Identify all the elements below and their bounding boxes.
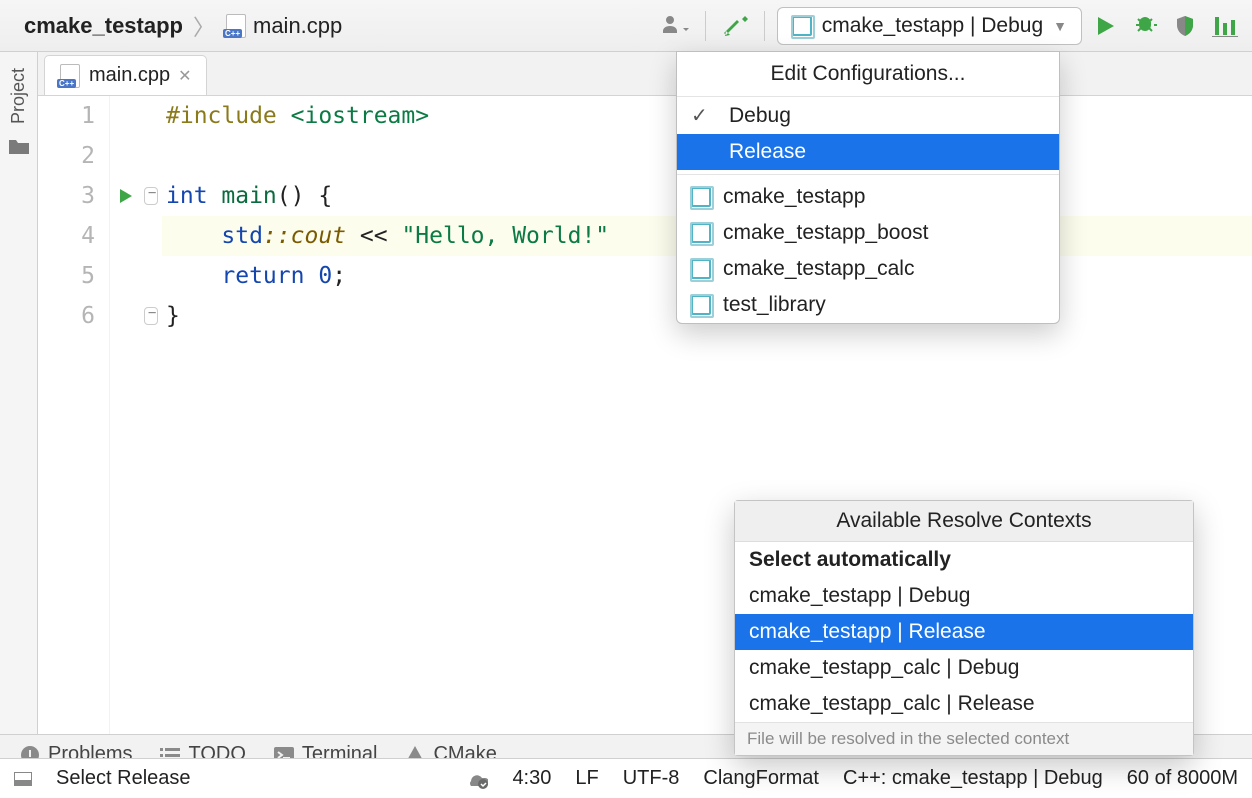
folder-icon [8,138,30,159]
panel-toggle-icon[interactable] [14,772,32,786]
resolve-context-popup: Available Resolve Contexts Select automa… [734,500,1194,756]
breadcrumb-project[interactable]: cmake_testapp [18,11,189,41]
build-button[interactable] [718,9,752,43]
run-config-label: cmake_testapp | Debug [822,14,1043,38]
run-gutter [110,96,140,746]
target-test-library[interactable]: test_library [677,287,1059,323]
project-tool-button[interactable]: Project [8,62,29,130]
cpp-file-icon [225,15,247,37]
target-cmake-testapp-boost[interactable]: cmake_testapp_boost [677,215,1059,251]
profile-button[interactable] [1208,9,1242,43]
checkmark-icon: ✓ [691,103,717,128]
resolve-item[interactable]: cmake_testapp_calc | Debug [735,650,1193,686]
resolve-context-status[interactable]: C++: cmake_testapp | Debug [843,767,1103,790]
application-icon [691,187,711,207]
breadcrumb-file-label: main.cpp [253,13,342,39]
application-icon [691,295,711,315]
profile-label: Release [729,140,806,164]
tab-main-cpp[interactable]: main.cpp ✕ [44,55,207,95]
status-message: Select Release [56,767,191,790]
encoding[interactable]: UTF-8 [623,767,680,790]
fold-handle-icon[interactable] [144,307,158,325]
project-tool-strip: Project [0,52,38,746]
profile-debug-item[interactable]: ✓ Debug [677,97,1059,134]
target-cmake-testapp[interactable]: cmake_testapp [677,179,1059,215]
application-icon [691,223,711,243]
run-line-button[interactable] [110,176,140,216]
chevron-right-icon: 〉 [193,10,215,42]
coverage-button[interactable] [1168,9,1202,43]
close-icon[interactable]: ✕ [178,66,191,86]
resolve-item-selected[interactable]: cmake_testapp | Release [735,614,1193,650]
dropdown-separator [677,174,1059,175]
caret-position[interactable]: 4:30 [512,767,551,790]
resolve-item[interactable]: cmake_testapp | Debug [735,578,1193,614]
memory-indicator[interactable]: 60 of 8000M [1127,767,1238,790]
line-gutter: 1 2 3 4 5 6 [38,96,110,746]
application-icon [792,16,812,36]
fold-handle-icon[interactable] [144,187,158,205]
breadcrumb-file[interactable]: main.cpp [219,11,348,41]
chevron-down-icon: ▼ [1053,18,1067,34]
profile-release-item[interactable]: Release [677,134,1059,170]
fold-gutter [140,96,162,746]
cpp-file-icon [59,65,81,87]
collaborators-button[interactable] [659,9,693,43]
run-config-selector[interactable]: cmake_testapp | Debug ▼ [777,7,1082,45]
resolve-item[interactable]: cmake_testapp_calc | Release [735,686,1193,722]
application-icon [691,259,711,279]
resolve-footer: File will be resolved in the selected co… [735,722,1193,755]
sync-status-button[interactable] [464,769,488,789]
debug-button[interactable] [1128,9,1162,43]
edit-configurations-item[interactable]: Edit Configurations... [677,52,1059,97]
run-config-dropdown: Edit Configurations... ✓ Debug Release c… [676,51,1060,324]
run-button[interactable] [1088,9,1122,43]
target-cmake-testapp-calc[interactable]: cmake_testapp_calc [677,251,1059,287]
tab-label: main.cpp [89,64,170,87]
editor-tabs: main.cpp ✕ [38,52,1252,96]
code-style[interactable]: ClangFormat [703,767,819,790]
status-bar: Select Release 4:30 LF UTF-8 ClangFormat… [0,758,1252,798]
line-ending[interactable]: LF [575,767,598,790]
resolve-title: Available Resolve Contexts [735,501,1193,542]
profile-label: Debug [729,104,791,128]
breadcrumb: cmake_testapp 〉 main.cpp [18,10,348,42]
resolve-item-auto[interactable]: Select automatically [735,542,1193,578]
main-toolbar: cmake_testapp 〉 main.cpp cmake_testapp |… [0,0,1252,52]
